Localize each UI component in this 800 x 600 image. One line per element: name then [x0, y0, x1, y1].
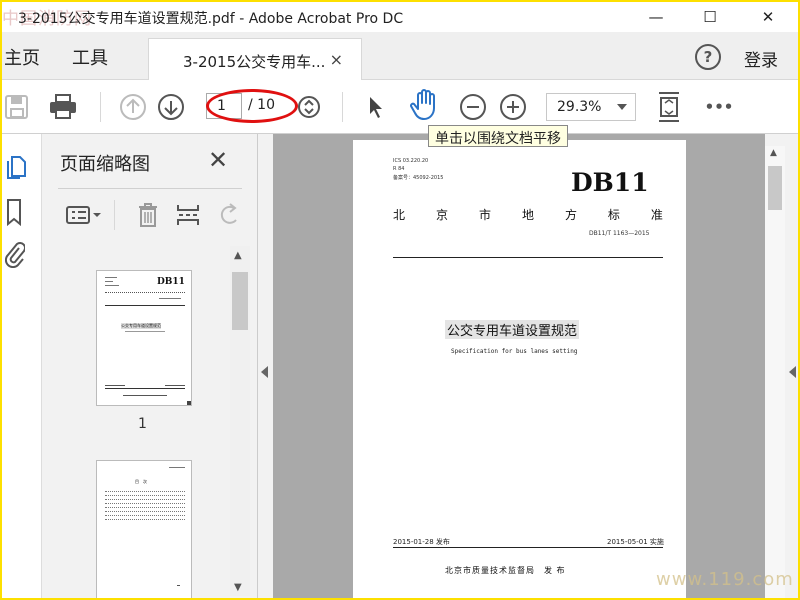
document-subtitle: Specification for bus lanes setting — [451, 348, 578, 355]
panel-divider — [58, 188, 242, 189]
thumbnail-list: DB11 公交专用车道设置规范 1 目 次 — [42, 244, 242, 598]
thumbnail-scroll-thumb[interactable] — [232, 272, 248, 330]
document-title: 公交专用车道设置规范 — [445, 320, 580, 339]
next-page-icon[interactable] — [156, 92, 186, 122]
trash-icon[interactable] — [134, 200, 162, 230]
thumbnail-options-icon[interactable] — [64, 200, 104, 230]
acrobat-window: 中国消防网 3-2015公交专用车道设置规范.pdf - Adobe Acrob… — [2, 2, 798, 598]
toolbar-separator — [100, 92, 101, 122]
ics-code: ICS 03.220.20 — [393, 158, 429, 164]
thumbnail-toc-title: 目 次 — [135, 479, 147, 484]
thumbnail-panel: 页面缩略图 ✕ DB11 公交专用车道设置规范 1 目 次 ▲ ▼ — [42, 134, 257, 598]
zoom-in-icon[interactable] — [498, 92, 528, 122]
ccs-code: R 84 — [393, 166, 405, 172]
document-tab-label: 3-2015公交专用车... — [183, 53, 326, 71]
bookmark-icon[interactable] — [2, 196, 26, 228]
panel-separator — [114, 200, 115, 230]
toolbar-separator — [342, 92, 343, 122]
release-date: 2015-01-28 发布 — [393, 538, 450, 546]
panel-close-icon[interactable]: ✕ — [208, 146, 228, 174]
navigation-rail — [2, 134, 42, 598]
doc-scroll-up-icon[interactable]: ▲ — [770, 148, 777, 158]
maximize-button[interactable]: ☐ — [688, 2, 732, 32]
panel-toolbar — [42, 192, 257, 236]
record-number: 备案号：45092-2015 — [393, 175, 444, 181]
document-scroll-thumb[interactable] — [768, 166, 782, 210]
select-arrow-icon[interactable] — [364, 92, 388, 122]
page-stepper-icon[interactable] — [296, 93, 322, 121]
panel-splitter[interactable] — [257, 134, 273, 598]
document-page: ICS 03.220.20 R 84 备案号：45092-2015 DB11 北… — [353, 140, 686, 598]
panel-title: 页面缩略图 — [60, 154, 150, 175]
zoom-value: 29.3% — [557, 99, 602, 115]
document-scrollbar[interactable]: ▲ — [765, 146, 785, 598]
standard-class-char: 市 — [478, 208, 491, 222]
fit-page-icon[interactable] — [654, 90, 684, 124]
login-button[interactable]: 登录 — [744, 46, 778, 71]
thumbnail-title: 公交专用车道设置规范 — [121, 323, 161, 329]
more-tools-icon[interactable]: ••• — [702, 92, 736, 122]
expand-right-pane-icon[interactable] — [789, 366, 796, 378]
publisher: 北京市质量技术监督局 发 布 — [445, 566, 566, 575]
toolbar: 1 / 10 29.3% ••• — [2, 80, 798, 134]
collapse-panel-icon[interactable] — [261, 366, 268, 378]
implement-date: 2015-05-01 实施 — [607, 538, 664, 546]
standard-number: DB11/T 1163—2015 — [589, 230, 650, 237]
db11-logo: DB11 — [571, 168, 649, 197]
standard-class-char: 地 — [521, 208, 534, 222]
hand-tool-tooltip: 单击以围绕文档平移 — [428, 125, 568, 147]
print-icon[interactable] — [46, 92, 80, 122]
window-title: 3-2015公交专用车道设置规范.pdf - Adobe Acrobat Pro… — [18, 11, 404, 27]
standard-class-char: 准 — [650, 208, 663, 222]
thumbnail-scrollbar[interactable]: ▲ ▼ — [230, 246, 250, 596]
menu-row: 主页 工具 3-2015公交专用车... × ? 登录 — [2, 32, 798, 80]
hand-tool-icon[interactable] — [408, 88, 442, 122]
thumbnail-db-logo: DB11 — [157, 277, 185, 287]
document-tab[interactable]: 3-2015公交专用车... × — [148, 38, 362, 80]
minimize-button[interactable]: — — [634, 2, 678, 32]
footer-rule — [393, 547, 663, 548]
standard-class-char: 标 — [607, 208, 620, 222]
extract-pages-icon[interactable] — [174, 200, 202, 230]
help-icon[interactable]: ? — [695, 44, 721, 70]
standard-class-char: 方 — [564, 208, 577, 222]
page-thumbnails-icon[interactable] — [2, 152, 30, 182]
thumbnail-page-number: 1 — [138, 416, 147, 432]
tab-close-icon[interactable]: × — [330, 50, 343, 69]
close-button[interactable]: ✕ — [746, 2, 790, 32]
title-bar: 中国消防网 3-2015公交专用车道设置规范.pdf - Adobe Acrob… — [2, 2, 798, 32]
document-viewport[interactable]: ICS 03.220.20 R 84 备案号：45092-2015 DB11 北… — [273, 134, 765, 598]
previous-page-icon[interactable] — [118, 92, 148, 122]
save-icon[interactable] — [4, 92, 30, 122]
home-tab[interactable]: 主页 — [4, 44, 40, 70]
zoom-out-icon[interactable] — [458, 92, 488, 122]
zoom-select[interactable]: 29.3% — [546, 93, 636, 121]
header-rule — [393, 257, 663, 258]
rotate-icon[interactable] — [216, 200, 242, 230]
right-pane-strip: ▲ — [765, 134, 798, 598]
standard-class: 北 京 市 地 方 标 准 — [393, 206, 663, 223]
tools-tab[interactable]: 工具 — [72, 44, 108, 70]
watermark-bottom: www.119.com — [656, 569, 794, 590]
chevron-down-icon — [617, 104, 627, 110]
thumbnail-page-2[interactable]: 目 次 — [96, 460, 192, 598]
attachment-icon[interactable] — [2, 238, 28, 270]
thumbnail-page-1[interactable]: DB11 公交专用车道设置规范 — [96, 270, 192, 406]
standard-class-char: 京 — [435, 208, 448, 222]
scroll-down-icon[interactable]: ▼ — [234, 582, 242, 593]
scroll-up-icon[interactable]: ▲ — [234, 250, 242, 261]
highlight-annotation-oval — [206, 89, 298, 123]
standard-class-char: 北 — [393, 208, 406, 222]
